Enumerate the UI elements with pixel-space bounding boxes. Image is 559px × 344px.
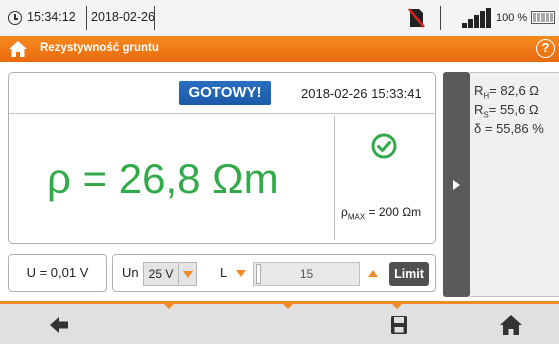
divider-tick bbox=[164, 304, 174, 309]
rh-value: RH= 82,6 Ω bbox=[474, 83, 540, 101]
l-label: L bbox=[220, 265, 228, 280]
limit-button[interactable]: Limit bbox=[389, 262, 429, 286]
chevron-right-icon bbox=[453, 180, 460, 190]
l-slider[interactable]: 15 bbox=[253, 262, 360, 286]
status-bar: 15:34:12 2018-02-26 100 % bbox=[0, 0, 559, 36]
battery-level: 100 % bbox=[496, 12, 528, 24]
l-value: 15 bbox=[299, 267, 314, 281]
params-panel: Un 25 V L 15 Limit bbox=[112, 254, 436, 292]
home-icon[interactable] bbox=[8, 40, 28, 58]
l-decrement-button[interactable] bbox=[232, 262, 254, 286]
rs-value: RS= 55,6 Ω bbox=[474, 102, 539, 120]
status-date: 2018-02-26 bbox=[91, 10, 155, 24]
side-panel-toggle[interactable] bbox=[443, 72, 470, 297]
result-panel: GOTOWY! 2018-02-26 15:33:41 ρ = 26,8 Ωm … bbox=[8, 72, 436, 244]
triangle-down-icon bbox=[183, 271, 193, 278]
home-icon[interactable] bbox=[498, 313, 524, 337]
back-icon[interactable] bbox=[46, 313, 72, 337]
check-circle-icon bbox=[371, 133, 397, 159]
un-label: Un bbox=[122, 265, 139, 280]
l-increment-button[interactable] bbox=[362, 262, 384, 286]
rho-max-label: ρMAX = 200 Ωm bbox=[341, 205, 422, 222]
header-bar: Rezystywność gruntu ? bbox=[0, 36, 559, 62]
un-select[interactable]: 25 V bbox=[143, 262, 179, 286]
measurement-datetime: 2018-02-26 15:33:41 bbox=[301, 86, 422, 101]
status-separator bbox=[86, 6, 87, 30]
divider bbox=[9, 113, 435, 114]
no-sim-icon bbox=[408, 8, 425, 28]
triangle-down-icon bbox=[236, 270, 246, 277]
main-result-value: ρ = 26,8 Ωm bbox=[47, 155, 279, 202]
status-separator bbox=[154, 6, 155, 30]
page-title: Rezystywność gruntu bbox=[40, 42, 159, 54]
save-icon[interactable] bbox=[386, 313, 412, 337]
bottom-toolbar bbox=[0, 301, 559, 344]
status-separator bbox=[440, 6, 441, 30]
triangle-up-icon bbox=[368, 270, 378, 277]
help-icon[interactable]: ? bbox=[536, 39, 555, 58]
status-time: 15:34:12 bbox=[27, 10, 76, 24]
clock-icon bbox=[8, 11, 22, 25]
divider-tick bbox=[283, 304, 293, 309]
voltage-readout: U = 0,01 V bbox=[8, 254, 107, 292]
signal-icon bbox=[462, 8, 492, 28]
un-dropdown-button[interactable] bbox=[179, 262, 197, 286]
divider bbox=[334, 116, 335, 240]
slider-thumb[interactable] bbox=[256, 264, 261, 284]
divider-tick bbox=[392, 304, 402, 309]
battery-icon bbox=[531, 11, 555, 24]
side-values-panel: RH= 82,6 Ω RS= 55,6 Ω δ = 55,86 % bbox=[470, 72, 559, 297]
delta-value: δ = 55,86 % bbox=[474, 121, 544, 136]
status-badge: GOTOWY! bbox=[179, 81, 271, 105]
